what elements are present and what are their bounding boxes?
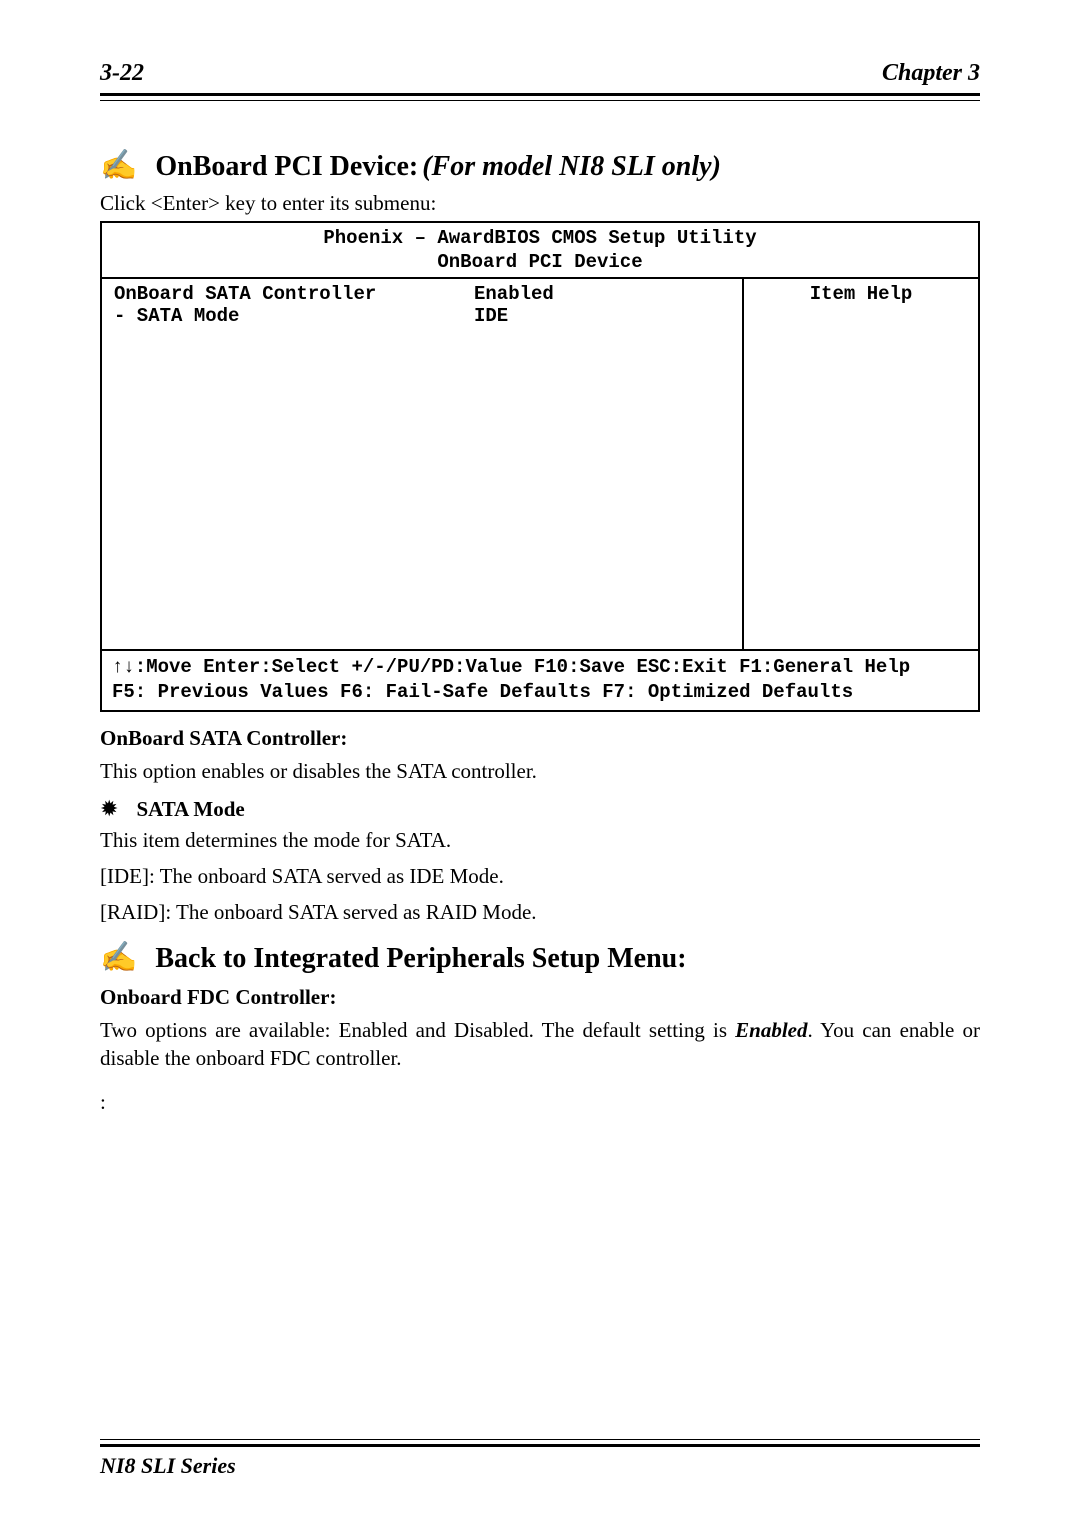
sata-controller-heading: OnBoard SATA Controller: — [100, 726, 980, 751]
sata-mode-heading-row: ✹ SATA Mode — [100, 796, 980, 822]
bios-sata-controller-value: Enabled — [474, 283, 730, 305]
bios-settings-pane: OnBoard SATA Controller Enabled - SATA M… — [102, 279, 742, 649]
footer-rule — [100, 1439, 980, 1447]
page-number: 3-22 — [100, 60, 144, 87]
enter-submenu-instruction: Click <Enter> key to enter its submenu: — [100, 189, 980, 217]
page-footer: NI8 SLI Series — [100, 1439, 980, 1479]
star-icon: ✹ — [100, 796, 118, 822]
onboard-pci-subtitle: (For model NI8 SLI only) — [422, 151, 721, 182]
bios-sata-mode-label: - SATA Mode — [114, 305, 474, 327]
page: 3-22 Chapter 3 ✍ OnBoard PCI Device: (Fo… — [0, 0, 1080, 1529]
sata-controller-desc: This option enables or disables the SATA… — [100, 757, 980, 785]
fdc-desc-emph: Enabled — [735, 1018, 807, 1042]
sata-mode-heading: SATA Mode — [136, 797, 244, 822]
bios-row-sata-mode: - SATA Mode IDE — [114, 305, 730, 327]
sata-mode-desc-ide: [IDE]: The onboard SATA served as IDE Mo… — [100, 862, 980, 890]
bios-item-help-header: Item Help — [756, 283, 966, 305]
bios-body: OnBoard SATA Controller Enabled - SATA M… — [102, 279, 978, 651]
bios-legend-line2: F5: Previous Values F6: Fail-Safe Defaul… — [112, 680, 968, 705]
bios-help-pane: Item Help — [742, 279, 978, 649]
page-header: 3-22 Chapter 3 — [100, 60, 980, 91]
back-to-menu-heading: ✍ Back to Integrated Peripherals Setup M… — [100, 943, 980, 975]
fdc-controller-heading: Onboard FDC Controller: — [100, 985, 980, 1010]
bios-legend-line1: ↑↓:Move Enter:Select +/-/PU/PD:Value F10… — [112, 655, 968, 680]
header-rule — [100, 93, 980, 101]
chapter-label: Chapter 3 — [882, 60, 980, 87]
bios-key-legend: ↑↓:Move Enter:Select +/-/PU/PD:Value F10… — [102, 651, 978, 710]
fdc-controller-desc: Two options are available: Enabled and D… — [100, 1016, 980, 1073]
bios-sata-controller-label: OnBoard SATA Controller — [114, 283, 474, 305]
hand-icon: ✍ — [100, 151, 137, 181]
hand-icon: ✍ — [100, 943, 137, 973]
bios-title: Phoenix – AwardBIOS CMOS Setup Utility O… — [102, 223, 978, 279]
sata-mode-desc-raid: [RAID]: The onboard SATA served as RAID … — [100, 898, 980, 926]
sata-mode-desc-1: This item determines the mode for SATA. — [100, 826, 980, 854]
trailing-colon: : — [100, 1088, 980, 1116]
bios-screen: Phoenix – AwardBIOS CMOS Setup Utility O… — [100, 221, 980, 712]
onboard-pci-title: OnBoard PCI Device: — [155, 151, 418, 182]
bios-title-line2: OnBoard PCI Device — [110, 251, 970, 275]
bios-sata-mode-value: IDE — [474, 305, 730, 327]
footer-series: NI8 SLI Series — [100, 1453, 980, 1479]
fdc-desc-pre: Two options are available: Enabled and D… — [100, 1018, 735, 1042]
onboard-pci-heading: ✍ OnBoard PCI Device: (For model NI8 SLI… — [100, 151, 980, 183]
bios-row-sata-controller: OnBoard SATA Controller Enabled — [114, 283, 730, 305]
back-to-menu-title: Back to Integrated Peripherals Setup Men… — [155, 943, 686, 975]
bios-title-line1: Phoenix – AwardBIOS CMOS Setup Utility — [110, 227, 970, 251]
